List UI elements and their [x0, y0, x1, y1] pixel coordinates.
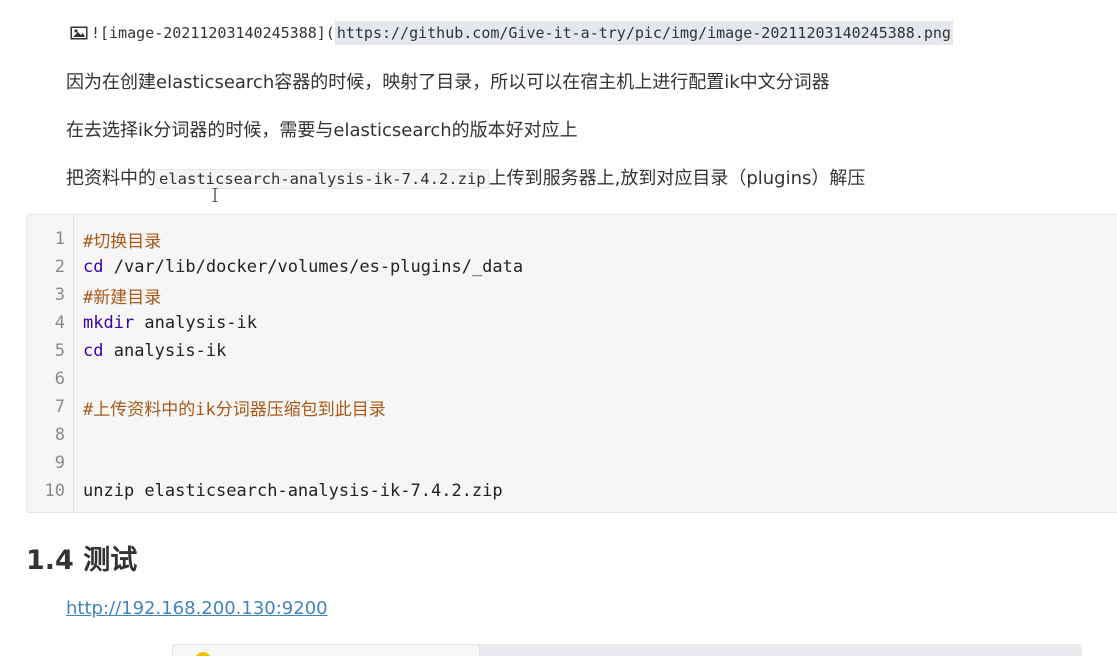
code-text: #上传资料中的ik分词器压缩包到此目录 — [83, 395, 386, 420]
code-text: cd /var/lib/docker/volumes/es-plugins/_d… — [83, 257, 523, 277]
line-number: 6 — [54, 369, 65, 389]
line-number: 7 — [54, 397, 65, 417]
status-dot-icon — [195, 652, 211, 656]
code-line: 9 — [27, 449, 83, 477]
code-block[interactable]: 1 #切换目录 2 cd /var/lib/docker/volumes/es-plu… — [26, 214, 1117, 513]
line-number: 5 — [54, 341, 65, 361]
code-token: analysis-ik — [134, 313, 258, 333]
paragraph-3: 把资料中的 elasticsearch-analysis-ik-7.4.2.zip… — [66, 166, 865, 192]
code-text: #新建目录 — [83, 283, 161, 308]
inline-code-filename: elasticsearch-analysis-ik-7.4.2.zip — [156, 169, 489, 189]
code-text: #切换目录 — [83, 227, 161, 252]
line-number: 8 — [54, 425, 65, 445]
image-markdown-prefix: ![image-20211203140245388]( — [91, 24, 335, 42]
code-token: mkdir — [83, 313, 135, 333]
code-line: 4 mkdir analysis-ik — [27, 309, 257, 337]
test-url-link[interactable]: http://192.168.200.130:9200 — [66, 598, 328, 619]
line-number: 10 — [44, 481, 65, 501]
code-line: 2 cd /var/lib/docker/volumes/es-plugins/_… — [27, 253, 523, 281]
line-number: 2 — [54, 257, 65, 277]
code-token: #切换目录 — [83, 231, 162, 252]
paragraph-3-after: 上传到服务器上,放到对应目录（plugins）解压 — [488, 168, 866, 189]
image-icon — [70, 26, 88, 40]
code-token: #上传资料中的ik分词器压缩包到此目录 — [83, 399, 386, 420]
paragraph-1: 因为在创建elasticsearch容器的时候，映射了目录，所以可以在宿主机上进… — [66, 72, 830, 93]
code-token: analysis-ik — [103, 341, 227, 361]
code-token: cd — [83, 257, 104, 277]
code-token: cd — [83, 341, 104, 361]
image-markdown-source[interactable]: ![image-20211203140245388](https://githu… — [70, 20, 953, 46]
code-line: 3 #新建目录 — [27, 281, 162, 309]
paragraph-3-before: 把资料中的 — [66, 168, 156, 189]
code-text: cd analysis-ik — [83, 341, 226, 361]
code-token: /var/lib/docker/volumes/es-plugins/_data — [103, 257, 524, 277]
line-number: 9 — [54, 453, 65, 473]
code-token: unzip elasticsearch-analysis-ik-7.4.2.zi… — [83, 481, 503, 501]
code-line: 5 cd analysis-ik — [27, 337, 227, 365]
code-line: 7 #上传资料中的ik分词器压缩包到此目录 — [27, 393, 386, 421]
section-heading: 1.4 测试 — [26, 545, 138, 576]
text-cursor-icon — [212, 188, 218, 202]
line-number: 1 — [54, 229, 65, 249]
line-number: 3 — [54, 285, 65, 305]
paragraph-2: 在去选择ik分词器的时候，需要与elasticsearch的版本好对应上 — [66, 120, 578, 141]
code-line: 8 — [27, 421, 83, 449]
partial-image-preview — [172, 644, 1082, 656]
code-line: 1 #切换目录 — [27, 225, 162, 253]
code-text: unzip elasticsearch-analysis-ik-7.4.2.zi… — [83, 481, 503, 501]
code-text: mkdir analysis-ik — [83, 313, 257, 333]
code-token: #新建目录 — [83, 287, 162, 308]
code-line: 10 unzip elasticsearch-analysis-ik-7.4.2.… — [27, 477, 503, 505]
code-line: 6 — [27, 365, 83, 393]
document-page: ![image-20211203140245388](https://githu… — [0, 0, 1117, 656]
line-number: 4 — [54, 313, 65, 333]
image-frame-left — [172, 644, 480, 656]
image-markdown-url[interactable]: https://github.com/Give-it-a-try/pic/img… — [334, 21, 953, 45]
